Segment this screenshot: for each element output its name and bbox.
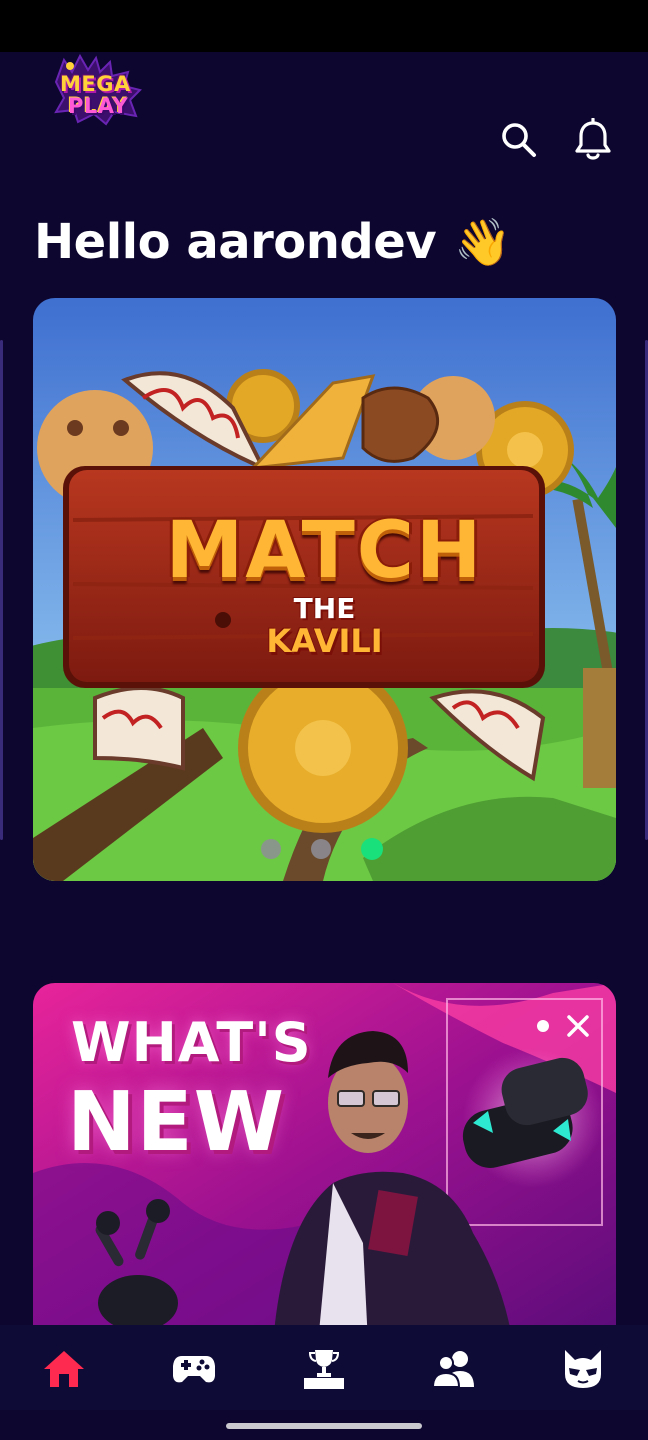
- users-icon: [432, 1351, 474, 1388]
- greeting-text: Hello aarondev: [34, 214, 437, 270]
- home-icon: [44, 1351, 84, 1387]
- bottom-navigation: [0, 1325, 648, 1410]
- game-title-match: MATCH: [165, 506, 484, 596]
- wave-emoji-icon: 👋: [454, 214, 511, 269]
- carousel-pagination: [261, 838, 383, 860]
- nav-home[interactable]: [34, 1339, 94, 1399]
- logo-text-play: PLAY: [68, 94, 129, 118]
- featured-game-carousel[interactable]: MATCH THE KAVILI: [33, 298, 616, 881]
- whats-heading: WHAT'S: [71, 1011, 312, 1074]
- notifications-button[interactable]: [571, 118, 615, 162]
- whats-new-banner[interactable]: WHAT'S NEW: [33, 983, 616, 1343]
- close-banner-button[interactable]: [561, 1009, 595, 1043]
- nav-leaderboard[interactable]: [294, 1339, 354, 1399]
- status-bar: [0, 0, 648, 52]
- carousel-dot-3-active[interactable]: [361, 838, 383, 860]
- carousel-dot-1[interactable]: [261, 839, 281, 859]
- carousel-dot-2[interactable]: [311, 839, 331, 859]
- gamepad-icon: [173, 1356, 215, 1383]
- nav-friends[interactable]: [424, 1339, 484, 1399]
- search-icon: [502, 123, 536, 157]
- greeting-heading: Hello aarondev 👋: [34, 210, 511, 274]
- ad-indicator-dot: [537, 1020, 549, 1032]
- trophy-icon: [304, 1350, 344, 1389]
- new-heading: NEW: [67, 1075, 286, 1170]
- game-title-kavili: KAVILI: [266, 622, 383, 660]
- bell-icon: [575, 118, 611, 160]
- nav-games[interactable]: [164, 1339, 224, 1399]
- megaplay-logo[interactable]: MEGA PLAY: [50, 52, 146, 126]
- search-button[interactable]: [497, 118, 541, 162]
- game-title-the: THE: [293, 592, 356, 625]
- previous-slide-peek: [0, 340, 3, 840]
- system-home-indicator[interactable]: [226, 1423, 422, 1429]
- avatar-icon: [565, 1350, 601, 1388]
- close-icon: [567, 1015, 589, 1037]
- logo-text-mega: MEGA: [60, 72, 131, 96]
- nav-profile[interactable]: [553, 1339, 613, 1399]
